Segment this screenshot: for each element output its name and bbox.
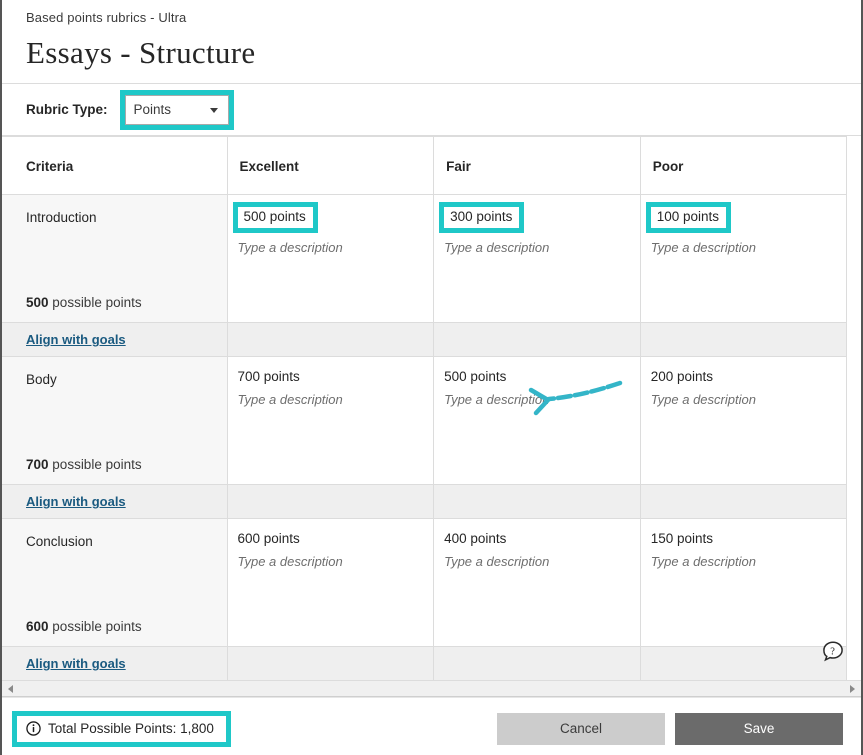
align-with-goals-link[interactable]: Align with goals [26, 656, 126, 671]
column-header-poor: Poor [640, 137, 847, 195]
align-row-spacer [640, 647, 847, 681]
svg-text:?: ? [830, 646, 835, 657]
help-question-bubble-icon[interactable]: ? [821, 640, 845, 664]
align-goals-row: Align with goals [2, 485, 847, 519]
criterion-points-value: 600 [26, 619, 49, 634]
possible-points-label: possible points [52, 457, 141, 472]
criterion-possible-points: 700 possible points [26, 457, 142, 472]
criterion-name: Body [26, 371, 203, 389]
rating-cell[interactable]: 500 points Type a description [434, 357, 641, 485]
rating-points[interactable]: 400 points [444, 530, 640, 548]
align-with-goals-link[interactable]: Align with goals [26, 494, 126, 509]
rating-description-placeholder[interactable]: Type a description [238, 553, 434, 570]
rubric-type-select[interactable]: Points [125, 95, 229, 125]
align-row-spacer [434, 485, 641, 519]
rating-cell[interactable]: 300 points Type a description [434, 195, 641, 323]
align-with-goals-link[interactable]: Align with goals [26, 332, 126, 347]
scroll-right-arrow-icon[interactable] [844, 680, 861, 697]
rating-description-placeholder[interactable]: Type a description [238, 391, 434, 408]
rating-description-placeholder[interactable]: Type a description [444, 239, 640, 256]
rating-points-highlight[interactable]: 500 points [233, 202, 318, 233]
rating-cell[interactable]: 200 points Type a description [640, 357, 847, 485]
page-title: Essays - Structure [26, 31, 861, 75]
rating-points-highlight[interactable]: 300 points [439, 202, 524, 233]
breadcrumb: Based points rubrics - Ultra [26, 9, 861, 27]
rating-description-placeholder[interactable]: Type a description [444, 553, 640, 570]
rating-cell[interactable]: 150 points Type a description [640, 519, 847, 647]
align-row-spacer [434, 647, 641, 681]
rating-cell[interactable]: 700 points Type a description [227, 357, 434, 485]
rating-cell[interactable]: 100 points Type a description [640, 195, 847, 323]
rubric-table-scroll-area: Criteria Excellent Fair Poor Introductio… [2, 136, 861, 680]
column-header-excellent: Excellent [227, 137, 434, 195]
rubric-table-body: Introduction 500 possible points 500 poi… [2, 195, 847, 681]
criterion-possible-points: 500 possible points [26, 295, 142, 310]
save-button[interactable]: Save [675, 713, 843, 745]
rating-points[interactable]: 150 points [651, 530, 847, 548]
criterion-cell[interactable]: Body 700 possible points [2, 357, 227, 485]
info-circle-icon [26, 721, 41, 736]
horizontal-scrollbar[interactable] [2, 680, 861, 697]
rubric-type-value: Points [134, 102, 172, 117]
rating-points-highlight[interactable]: 100 points [646, 202, 731, 233]
total-points-highlight: Total Possible Points: 1,800 [12, 711, 231, 747]
possible-points-label: possible points [52, 295, 141, 310]
rubric-type-bar: Rubric Type: Points [2, 84, 861, 136]
criterion-points-value: 500 [26, 295, 49, 310]
possible-points-label: possible points [52, 619, 141, 634]
table-row: Body 700 possible points 700 points Type… [2, 357, 847, 485]
rating-points[interactable]: 700 points [238, 368, 434, 386]
criterion-cell[interactable]: Conclusion 600 possible points [2, 519, 227, 647]
column-header-criteria: Criteria [2, 137, 227, 195]
align-row-spacer [434, 323, 641, 357]
column-header-fair: Fair [434, 137, 641, 195]
rating-description-placeholder[interactable]: Type a description [651, 391, 847, 408]
criterion-cell[interactable]: Introduction 500 possible points [2, 195, 227, 323]
chevron-down-icon [210, 108, 218, 113]
rating-cell[interactable]: 500 points Type a description [227, 195, 434, 323]
rubric-table: Criteria Excellent Fair Poor Introductio… [2, 136, 847, 680]
footer-buttons: Cancel Save [497, 713, 843, 745]
align-row-spacer [227, 323, 434, 357]
rubric-editor-window: Based points rubrics - Ultra Essays - St… [0, 0, 863, 755]
align-goals-row: Align with goals [2, 323, 847, 357]
rating-cell[interactable]: 400 points Type a description [434, 519, 641, 647]
table-header-row: Criteria Excellent Fair Poor [2, 137, 847, 195]
criterion-possible-points: 600 possible points [26, 619, 142, 634]
table-row: Conclusion 600 possible points 600 point… [2, 519, 847, 647]
rating-cell[interactable]: 600 points Type a description [227, 519, 434, 647]
table-row: Introduction 500 possible points 500 poi… [2, 195, 847, 323]
align-goals-cell[interactable]: Align with goals [2, 647, 227, 681]
criterion-name: Introduction [26, 209, 203, 227]
rating-description-placeholder[interactable]: Type a description [651, 553, 847, 570]
rubric-type-label: Rubric Type: [26, 102, 108, 117]
align-row-spacer [640, 485, 847, 519]
scroll-left-arrow-icon[interactable] [2, 680, 19, 697]
criterion-name: Conclusion [26, 533, 203, 551]
rating-description-placeholder[interactable]: Type a description [444, 391, 640, 408]
align-goals-row: Align with goals [2, 647, 847, 681]
rubric-table-header: Criteria Excellent Fair Poor [2, 137, 847, 195]
align-row-spacer [640, 323, 847, 357]
footer-bar: Total Possible Points: 1,800 Cancel Save [2, 697, 861, 755]
align-row-spacer [227, 647, 434, 681]
cancel-button[interactable]: Cancel [497, 713, 665, 745]
rating-description-placeholder[interactable]: Type a description [651, 239, 847, 256]
page-header: Based points rubrics - Ultra Essays - St… [2, 0, 861, 84]
rating-description-placeholder[interactable]: Type a description [238, 239, 434, 256]
rating-points[interactable]: 500 points [444, 368, 640, 386]
criterion-points-value: 700 [26, 457, 49, 472]
rubric-type-highlight: Points [120, 90, 234, 130]
align-goals-cell[interactable]: Align with goals [2, 485, 227, 519]
align-row-spacer [227, 485, 434, 519]
rating-points[interactable]: 600 points [238, 530, 434, 548]
align-goals-cell[interactable]: Align with goals [2, 323, 227, 357]
rating-points[interactable]: 200 points [651, 368, 847, 386]
total-possible-points-text: Total Possible Points: 1,800 [48, 721, 214, 736]
